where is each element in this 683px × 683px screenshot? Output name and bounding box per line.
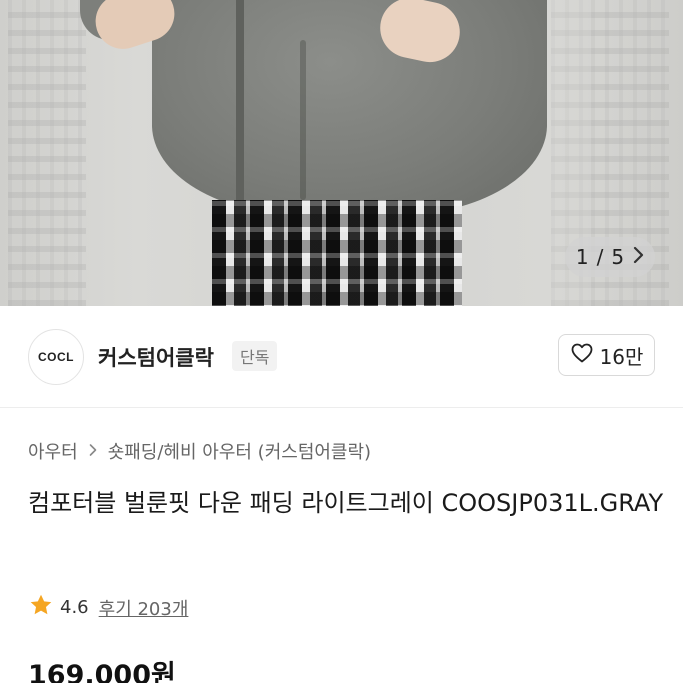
background-wall-pattern: [8, 0, 86, 306]
product-price: 169,000원: [28, 660, 176, 683]
breadcrumb-subcategory[interactable]: 숏패딩/헤비 아우터 (커스텀어클락): [108, 438, 371, 464]
image-counter[interactable]: 1 / 5: [565, 237, 655, 277]
product-image[interactable]: 1 / 5: [0, 0, 683, 306]
exclusive-badge: 단독: [232, 341, 278, 371]
star-icon: [28, 592, 54, 623]
shop-row: COCL 커스텀어클락 단독 16만: [0, 306, 683, 408]
image-counter-total: 5: [611, 245, 625, 269]
chevron-right-icon[interactable]: [632, 246, 644, 269]
heart-outline-icon: [570, 341, 594, 370]
image-counter-current: 1: [575, 245, 589, 269]
jacket-fold: [300, 40, 306, 200]
jacket-zipper: [236, 0, 244, 200]
breadcrumb-category[interactable]: 아우터: [28, 438, 78, 464]
like-button[interactable]: 16만: [558, 334, 655, 376]
rating-row: 4.6 후기 203개: [28, 592, 188, 623]
product-title: 컴포터블 벌룬핏 다운 패딩 라이트그레이 COOSJP031L.GRAY: [28, 489, 664, 517]
breadcrumb: 아우터 숏패딩/헤비 아우터 (커스텀어클락): [28, 438, 371, 464]
reviews-link[interactable]: 후기 203개: [99, 595, 189, 621]
padded-jacket: [152, 0, 547, 215]
like-count: 16만: [599, 344, 644, 369]
shop-logo[interactable]: COCL: [28, 329, 84, 385]
rating-value: 4.6: [60, 597, 89, 618]
shop-name[interactable]: 커스텀어클락: [98, 342, 214, 372]
plaid-pants: [212, 200, 462, 306]
shop-logo-text: COCL: [38, 350, 74, 364]
chevron-right-icon: [88, 442, 98, 461]
image-counter-separator: /: [596, 245, 604, 269]
